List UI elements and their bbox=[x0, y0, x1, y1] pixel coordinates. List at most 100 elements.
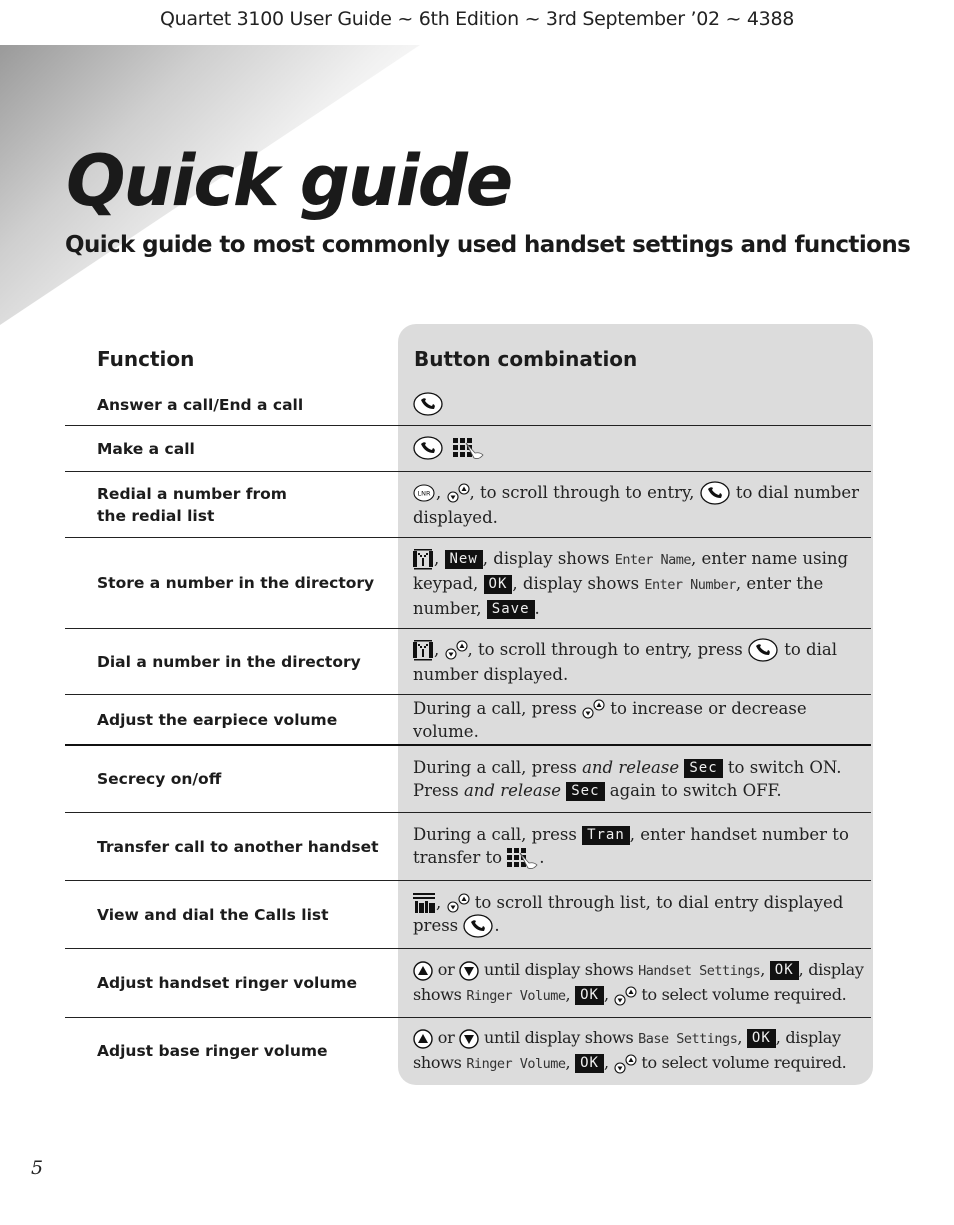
scroll-up-down-icon bbox=[582, 699, 605, 719]
text: again to switch OFF. bbox=[604, 781, 782, 800]
button-combination: , , to scroll through to entry, press to… bbox=[398, 637, 871, 686]
text: , bbox=[436, 892, 447, 912]
scroll-up-down-icon bbox=[444, 640, 468, 660]
scroll-up-down-icon bbox=[613, 1053, 637, 1074]
table-row: Redial a number from the redial list , ,… bbox=[65, 472, 871, 538]
function-label: Secrecy on/off bbox=[97, 770, 222, 788]
text: until display shows bbox=[479, 960, 639, 979]
running-head: Quartet 3100 User Guide ~ 6th Edition ~ … bbox=[159, 8, 795, 30]
softkey-ok: OK bbox=[746, 1029, 776, 1048]
text: , bbox=[760, 960, 770, 979]
softkey-save: Save bbox=[486, 599, 535, 619]
button-combination: During a call, press to increase or decr… bbox=[398, 697, 871, 743]
button-combination bbox=[398, 392, 871, 417]
text: to switch ON. bbox=[722, 758, 842, 777]
function-label: Adjust base ringer volume bbox=[97, 1042, 328, 1060]
page-subtitle: Quick guide to most commonly used handse… bbox=[65, 232, 911, 258]
table-row: Adjust base ringer volume or until displ… bbox=[65, 1018, 871, 1084]
table-row: Dial a number in the directory , , to sc… bbox=[65, 629, 871, 695]
text: , bbox=[737, 1028, 747, 1047]
function-label: Dial a number in the directory bbox=[97, 652, 361, 671]
column-header-button-combination: Button combination bbox=[414, 347, 638, 371]
softkey-sec: Sec bbox=[684, 759, 723, 778]
scroll-up-down-icon bbox=[446, 483, 470, 503]
talk-button-icon bbox=[748, 637, 778, 662]
up-arrow-icon bbox=[413, 960, 433, 981]
talk-button-icon bbox=[413, 436, 443, 460]
talk-button-icon bbox=[413, 392, 443, 416]
softkey-ok: OK bbox=[575, 1054, 604, 1073]
text: , bbox=[436, 482, 447, 502]
down-arrow-icon bbox=[459, 1028, 479, 1049]
text: . bbox=[494, 915, 500, 935]
button-combination: , , to scroll through to entry, to dial … bbox=[398, 480, 871, 529]
text: During a call, press bbox=[413, 758, 583, 777]
function-label: Transfer call to another handset bbox=[97, 837, 379, 856]
text: or bbox=[433, 960, 460, 979]
display-text: Ringer Volume bbox=[466, 988, 566, 1004]
scroll-up-down-icon bbox=[446, 893, 470, 913]
table-row: Store a number in the directory , New, d… bbox=[65, 538, 871, 629]
softkey-tran: Tran bbox=[582, 826, 630, 846]
table-row: Answer a call/End a call bbox=[65, 384, 871, 426]
display-text: Base Settings bbox=[638, 1031, 738, 1047]
talk-button-icon bbox=[463, 913, 494, 938]
softkey-ok: OK bbox=[769, 961, 799, 980]
text: or bbox=[433, 1028, 460, 1047]
display-text: Ringer Volume bbox=[466, 1056, 566, 1072]
text: , bbox=[434, 639, 445, 659]
softkey-ok: OK bbox=[575, 986, 604, 1005]
quick-guide-table: Function Button combination Answer a cal… bbox=[65, 324, 871, 1084]
text: to select volume required. bbox=[636, 985, 847, 1004]
keypad-icon bbox=[507, 847, 538, 869]
table-row: Transfer call to another handset During … bbox=[65, 813, 871, 881]
text: , display shows bbox=[512, 573, 645, 593]
table-row: Make a call bbox=[65, 426, 871, 472]
table-row: Adjust handset ringer volume or until di… bbox=[65, 949, 871, 1018]
emphasis: and release bbox=[582, 758, 680, 777]
calls-list-icon bbox=[413, 892, 435, 913]
button-combination bbox=[398, 436, 871, 461]
column-header-function: Function bbox=[97, 347, 195, 371]
scroll-up-down-icon bbox=[613, 985, 637, 1006]
display-text: Enter Name bbox=[614, 551, 692, 568]
talk-button-icon bbox=[699, 480, 730, 505]
text: Press bbox=[413, 781, 464, 800]
table-row: Secrecy on/off During a call, press and … bbox=[65, 746, 871, 813]
text: , to scroll through to entry, press bbox=[467, 639, 748, 659]
redial-lnr-icon bbox=[413, 484, 435, 502]
emphasis: and release bbox=[463, 781, 561, 800]
text: , bbox=[565, 985, 576, 1004]
button-combination: During a call, press Tran, enter handset… bbox=[398, 823, 871, 870]
text: to select volume required. bbox=[636, 1053, 847, 1072]
text: , bbox=[603, 985, 614, 1004]
button-combination: During a call, press and release Sec to … bbox=[398, 756, 871, 802]
directory-icon bbox=[413, 548, 433, 569]
function-label: Make a call bbox=[97, 439, 195, 458]
keypad-icon bbox=[453, 437, 484, 459]
display-text: Handset Settings bbox=[638, 963, 761, 979]
function-label: Answer a call/End a call bbox=[97, 395, 304, 414]
page-title: Quick guide bbox=[66, 140, 513, 222]
text: During a call, press bbox=[413, 825, 583, 845]
text: . bbox=[534, 598, 540, 618]
table-row: Adjust the earpiece volume During a call… bbox=[65, 695, 871, 746]
function-label: View and dial the Calls list bbox=[97, 905, 329, 924]
function-label: Adjust the earpiece volume bbox=[97, 710, 338, 729]
button-combination: , New, display shows Enter Name, enter n… bbox=[398, 547, 871, 620]
down-arrow-icon bbox=[459, 960, 479, 981]
directory-icon bbox=[413, 639, 433, 660]
text: During a call, press bbox=[413, 698, 583, 718]
function-label: Adjust handset ringer volume bbox=[97, 974, 358, 992]
page-number: 5 bbox=[31, 1157, 44, 1179]
display-text: Enter Number bbox=[644, 576, 736, 593]
softkey-sec: Sec bbox=[566, 782, 605, 801]
text: , display shows bbox=[482, 548, 615, 568]
text: , to scroll through to entry, bbox=[469, 482, 700, 502]
text: . bbox=[539, 848, 545, 868]
text: until display shows bbox=[479, 1028, 639, 1047]
table-header: Function Button combination bbox=[65, 324, 871, 384]
function-label: Redial a number from the redial list bbox=[97, 484, 287, 525]
function-label: Store a number in the directory bbox=[97, 574, 375, 592]
softkey-new: New bbox=[444, 549, 483, 569]
